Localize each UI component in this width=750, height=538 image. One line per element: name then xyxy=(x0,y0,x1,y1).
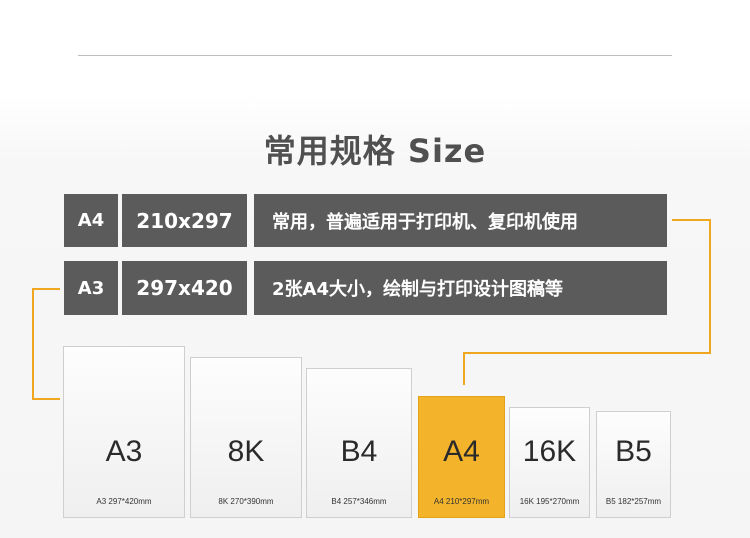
a3-connector-line xyxy=(32,288,60,400)
sheet-dimensions: 8K 270*390mm xyxy=(218,497,274,506)
sheet-dimensions: A4 210*297mm xyxy=(433,497,490,506)
sheet-dimensions: B4 257*346mm xyxy=(331,497,387,506)
sheet-dimensions: B5 182*257mm xyxy=(605,497,662,506)
a4-connector-line-top xyxy=(672,219,711,221)
spec-description: 常用，普遍适用于打印机、复印机使用 xyxy=(254,194,667,247)
sheet-dimensions: 16K 195*270mm xyxy=(519,497,580,506)
page-title: 常用规格 Size xyxy=(263,132,487,170)
sheet-label: A4 xyxy=(443,435,480,468)
sheet-label: A3 xyxy=(105,435,143,468)
a4-connector-line-right xyxy=(709,219,711,354)
paper-sheet-a4: A4 A4 210*297mm xyxy=(418,396,505,518)
paper-sheet-b5: B5 B5 182*257mm xyxy=(596,411,671,518)
spec-code: A4 xyxy=(64,194,118,247)
spec-description: 2张A4大小，绘制与打印设计图稿等 xyxy=(254,261,667,315)
sheet-label: 16K xyxy=(522,435,577,468)
paper-sheet-8k: 8K 8K 270*390mm xyxy=(190,357,302,518)
a4-connector-line-drop xyxy=(463,352,465,385)
sheet-label: 8K xyxy=(227,435,265,468)
sheet-dimensions: A3 297*420mm xyxy=(96,497,152,506)
sheet-label: B5 xyxy=(615,435,652,468)
paper-sheet-b4: B4 B4 257*346mm xyxy=(306,368,412,518)
sheet-label: B4 xyxy=(340,435,378,468)
spec-dimensions: 210x297 xyxy=(122,194,247,247)
paper-sheet-16k: 16K 16K 195*270mm xyxy=(509,407,590,518)
spec-code: A3 xyxy=(64,261,118,315)
paper-sheet-a3: A3 A3 297*420mm xyxy=(63,346,185,518)
top-divider xyxy=(78,55,672,56)
spec-dimensions: 297x420 xyxy=(122,261,247,315)
a4-connector-line-bottom xyxy=(463,352,711,354)
